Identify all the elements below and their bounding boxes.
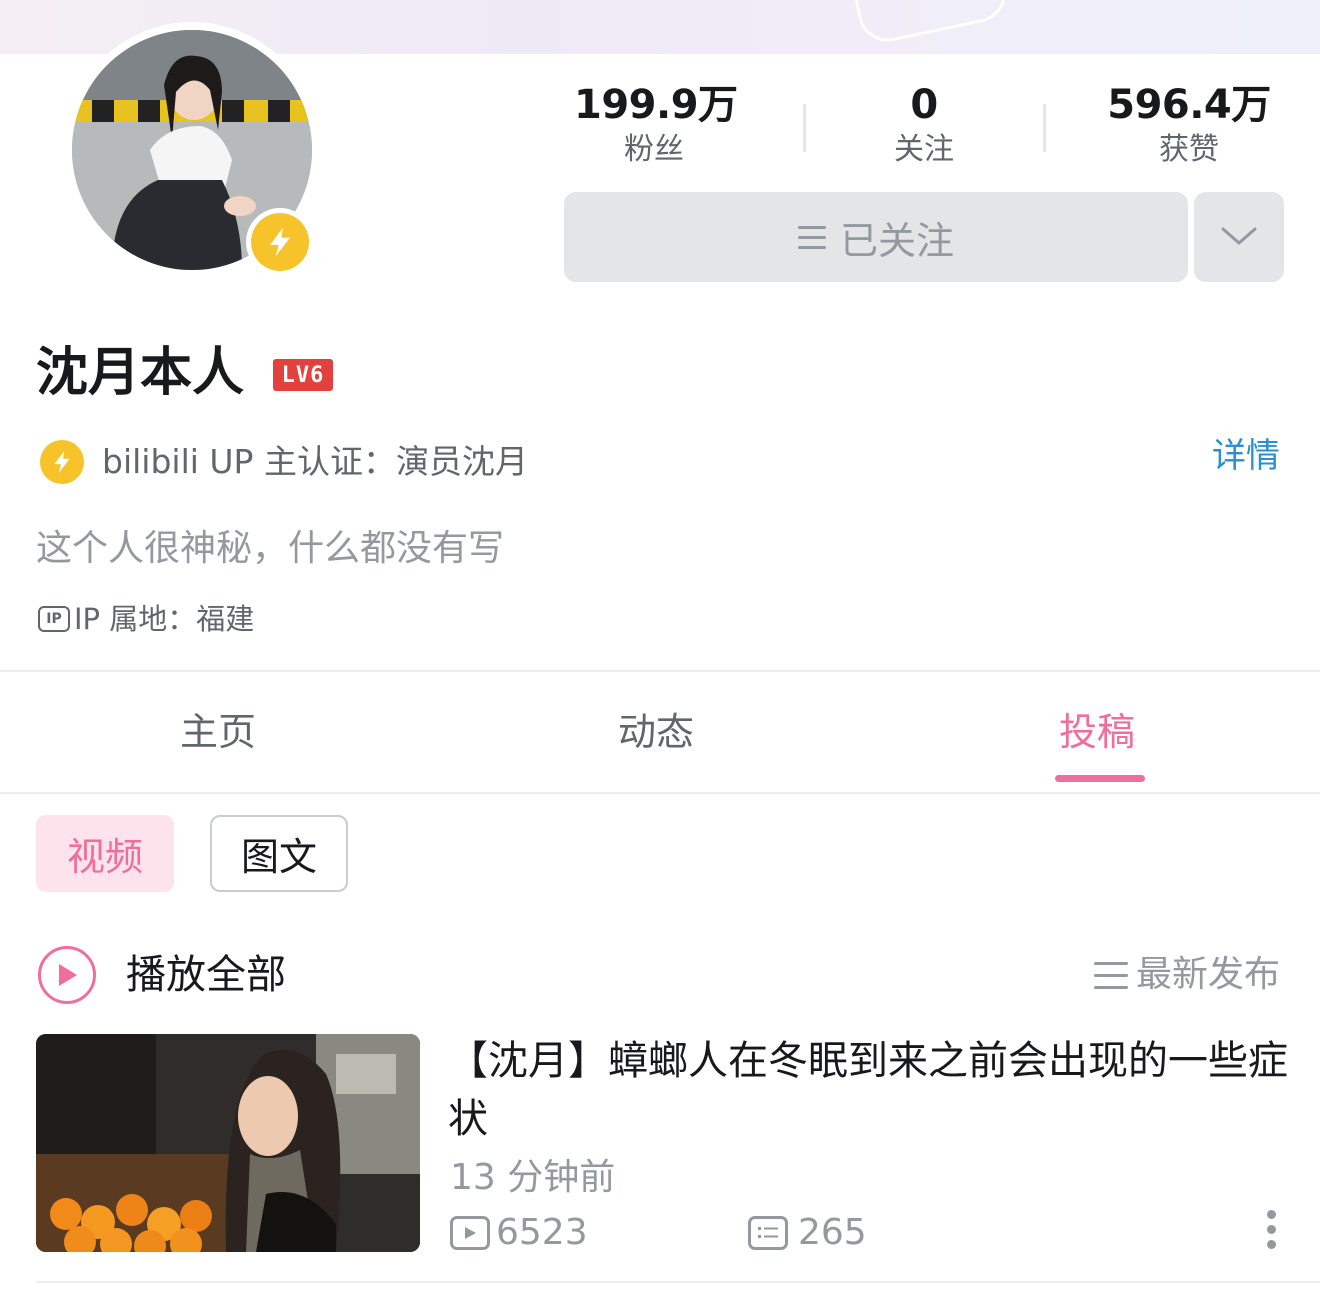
menu-lines-icon [797, 225, 826, 249]
play-circle-icon[interactable] [38, 946, 96, 1004]
comments-count: 265 [798, 1212, 867, 1253]
video-time: 13 分钟前 [450, 1157, 616, 1198]
ip-location-text: IP 属地：福建 [74, 602, 255, 636]
followed-button-label: 已关注 [839, 218, 954, 263]
stat-label: 粉丝 [624, 132, 684, 167]
lightning-icon [270, 227, 290, 257]
sort-label: 最新发布 [1136, 954, 1281, 995]
comment-icon [748, 1216, 788, 1250]
signature: 这个人很神秘，什么都没有写 [36, 528, 505, 569]
stat-divider [1043, 104, 1046, 152]
filter-video[interactable]: 视频 [36, 815, 174, 892]
stat-value: 0 [910, 82, 938, 128]
tab-home[interactable]: 主页 [180, 706, 256, 758]
video-views: 6523 [450, 1210, 588, 1256]
active-tab-indicator [1055, 775, 1145, 782]
lightning-icon [54, 451, 70, 473]
sort-icon [1094, 961, 1128, 989]
banner-decoration [854, 0, 1012, 48]
certification-icon [40, 440, 84, 484]
tabs-divider [0, 792, 1320, 794]
username: 沈月本人 [36, 343, 245, 403]
stat-label: 关注 [894, 132, 954, 167]
detail-link[interactable]: 详情 [1212, 434, 1280, 478]
stat-value: 596.4万 [1107, 82, 1271, 128]
stat-following[interactable]: 0 关注 [864, 80, 984, 170]
more-vertical-icon[interactable] [1264, 1210, 1278, 1249]
certification-text: bilibili UP 主认证：演员沈月 [102, 442, 528, 481]
followed-button[interactable]: 已关注 [564, 192, 1188, 282]
play-all-button[interactable]: 播放全部 [126, 948, 286, 1002]
ip-icon: IP [38, 606, 70, 632]
tab-dynamic[interactable]: 动态 [618, 706, 694, 758]
level-badge: LV6 [273, 359, 333, 391]
video-thumbnail[interactable] [36, 1034, 420, 1252]
section-divider [0, 670, 1320, 672]
list-divider [36, 1281, 1320, 1283]
filter-image-text[interactable]: 图文 [210, 815, 348, 892]
sort-button[interactable]: 最新发布 [1094, 950, 1280, 1000]
verified-badge [246, 208, 314, 276]
stat-value: 199.9万 [574, 82, 738, 128]
ip-location: IP IP 属地：福建 [38, 600, 254, 638]
chevron-down-icon [1221, 227, 1257, 245]
views-count: 6523 [496, 1212, 588, 1253]
play-count-icon [450, 1216, 490, 1250]
stat-label: 获赞 [1159, 132, 1219, 167]
profile-page: 199.9万 粉丝 0 关注 596.4万 获赞 已关注 沈月本人 LV6 bi… [0, 0, 1320, 1297]
video-comments: 265 [748, 1210, 867, 1256]
video-title[interactable]: 【沈月】蟑螂人在冬眠到来之前会出现的一些症状 [448, 1032, 1288, 1148]
tab-submissions[interactable]: 投稿 [1059, 706, 1135, 758]
stat-followers[interactable]: 199.9万 粉丝 [574, 80, 738, 170]
stat-divider [803, 104, 806, 152]
stat-likes[interactable]: 596.4万 获赞 [1104, 80, 1274, 170]
follow-options-button[interactable] [1194, 192, 1284, 282]
